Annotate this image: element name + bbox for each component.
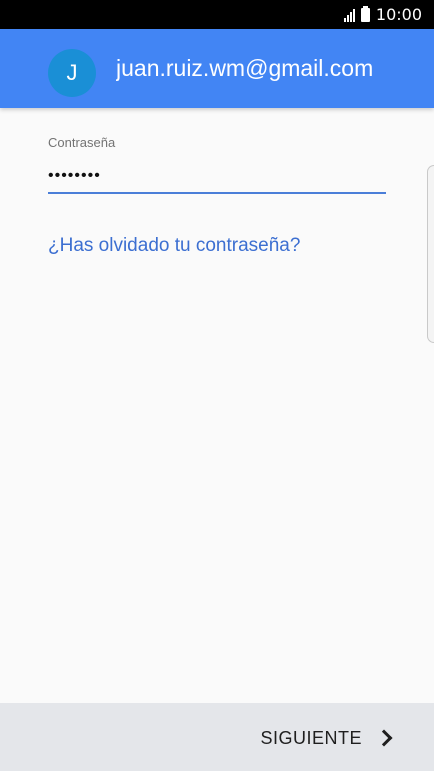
next-button[interactable]: SIGUIENTE <box>260 721 394 755</box>
edge-panel-handle[interactable] <box>427 165 434 343</box>
footer-bar: SIGUIENTE <box>0 703 434 771</box>
avatar: J <box>48 49 96 97</box>
forgot-password-link[interactable]: ¿Has olvidado tu contraseña? <box>48 235 300 257</box>
next-button-label: SIGUIENTE <box>260 727 362 748</box>
chevron-right-icon <box>375 729 393 747</box>
account-email: juan.ruiz.wm@gmail.com <box>116 55 374 81</box>
password-label: Contraseña <box>48 135 116 150</box>
status-right: 10:00 <box>343 0 422 29</box>
status-time: 10:00 <box>375 5 422 24</box>
signal-icon <box>343 8 355 22</box>
account-header: J juan.ruiz.wm@gmail.com <box>0 29 434 108</box>
status-bar: 10:00 <box>0 0 434 29</box>
password-field[interactable] <box>48 160 386 194</box>
battery-icon <box>360 5 370 22</box>
